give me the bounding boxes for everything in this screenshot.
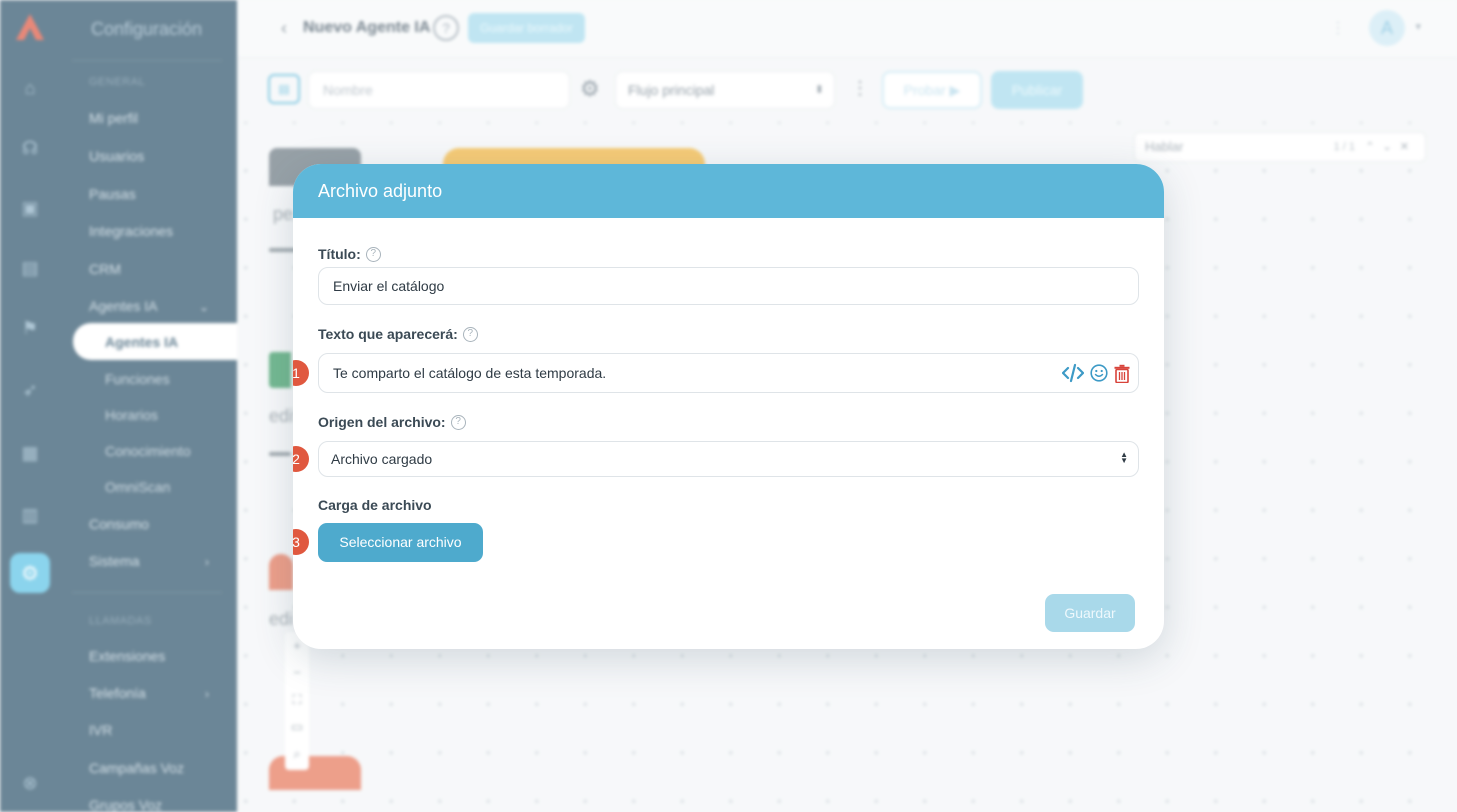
help-icon[interactable]: ? (365, 246, 381, 262)
select-caret-icon: ▲ ▼ (1120, 450, 1128, 466)
step-badge: 2 (293, 446, 309, 472)
help-icon[interactable]: ? (450, 414, 466, 430)
modal-header: Archivo adjunto (293, 164, 1164, 218)
step-badge: 1 (293, 360, 309, 386)
select-file-button[interactable]: Seleccionar archivo (318, 523, 483, 562)
text-field-label: Texto que aparecerá: ? (318, 326, 478, 342)
save-button[interactable]: Guardar (1045, 594, 1135, 632)
message-text-value: Te comparto el catálogo de esta temporad… (333, 365, 607, 381)
file-origin-select[interactable]: Archivo cargado ▲ ▼ (318, 441, 1139, 477)
origin-label-text: Origen del archivo: (318, 414, 446, 430)
emoji-icon[interactable] (1090, 364, 1108, 382)
origin-field-label: Origen del archivo: ? (318, 414, 466, 430)
message-text-input[interactable]: Te comparto el catálogo de esta temporad… (318, 353, 1139, 393)
modal-title: Archivo adjunto (318, 181, 443, 201)
code-icon[interactable] (1062, 363, 1084, 383)
title-field-label: Título: ? (318, 246, 381, 262)
file-origin-value: Archivo cargado (331, 451, 433, 467)
title-input[interactable]: Enviar el catálogo (318, 267, 1139, 305)
help-icon[interactable]: ? (462, 326, 478, 342)
title-label-text: Título: (318, 246, 361, 262)
step-badge: 3 (293, 529, 309, 555)
attachment-modal: Archivo adjunto Título: ? Enviar el catá… (293, 164, 1164, 649)
text-label-text: Texto que aparecerá: (318, 326, 458, 342)
upload-section-label: Carga de archivo (318, 497, 432, 513)
text-actions (1062, 363, 1130, 383)
trash-icon[interactable] (1114, 364, 1130, 383)
